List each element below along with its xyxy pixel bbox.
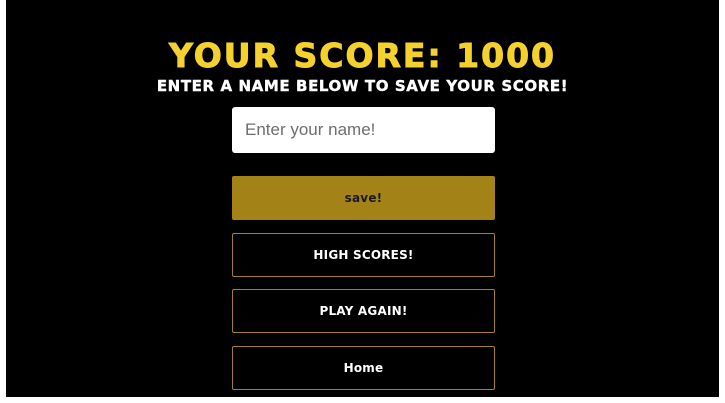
home-button[interactable]: Home [232, 346, 495, 390]
final-score-heading: YOUR SCORE: 1000 [169, 36, 556, 76]
save-score-instructions: ENTER A NAME BELOW TO SAVE YOUR SCORE! [156, 77, 569, 96]
save-score-button[interactable]: save! [232, 176, 495, 220]
play-again-button[interactable]: PLAY AGAIN! [232, 289, 495, 333]
high-scores-button[interactable]: HIGH SCORES! [232, 233, 495, 277]
username-input[interactable] [232, 107, 495, 153]
game-end-screen: YOUR SCORE: 1000 ENTER A NAME BELOW TO S… [0, 0, 725, 403]
